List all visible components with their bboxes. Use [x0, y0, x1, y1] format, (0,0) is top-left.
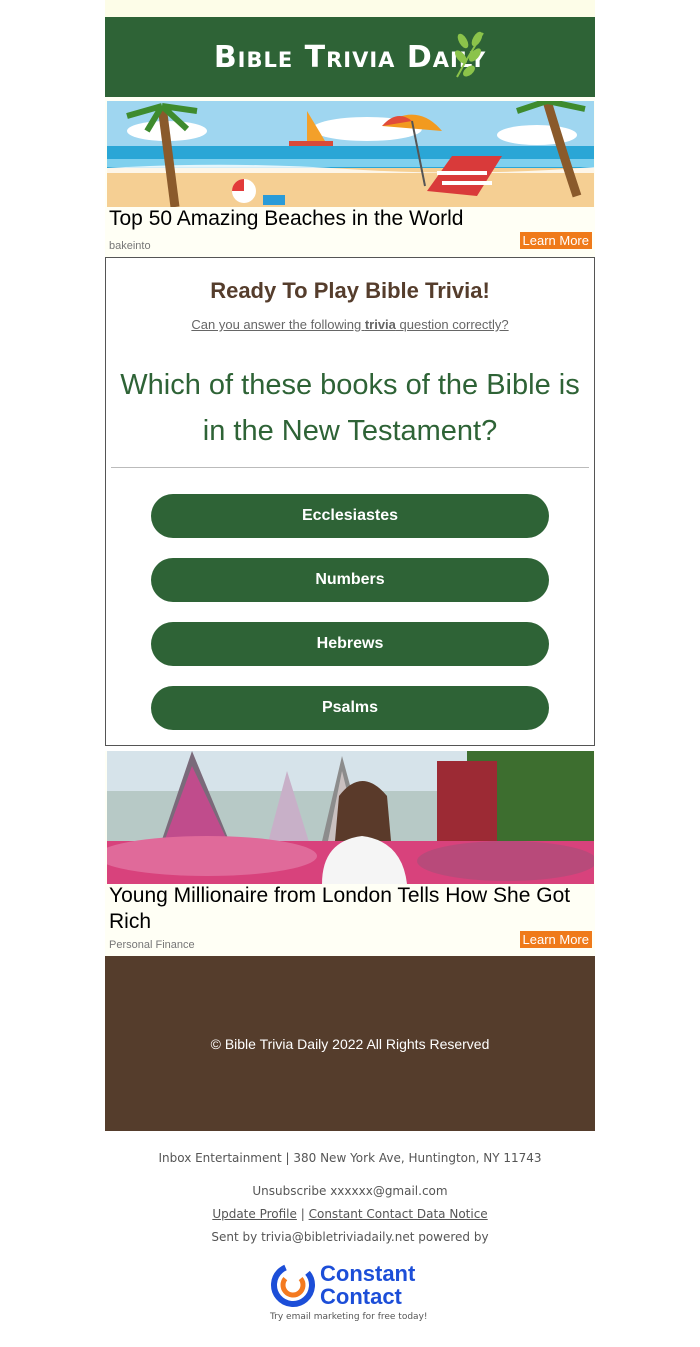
header-banner: Bible Trivia Daily [105, 17, 595, 97]
cc-brand-line1: Constant [320, 1261, 416, 1286]
update-profile-link[interactable]: Update Profile [212, 1207, 297, 1221]
answer-button-ecclesiastes[interactable]: Ecclesiastes [151, 494, 549, 538]
data-notice-link[interactable]: Constant Contact Data Notice [309, 1207, 488, 1221]
ad-millionaire[interactable]: Young Millionaire from London Tells How … [105, 751, 595, 956]
sender-address: Inbox Entertainment | 380 New York Ave, … [158, 1151, 542, 1165]
answer-button-hebrews[interactable]: Hebrews [151, 622, 549, 666]
constant-contact-icon [271, 1263, 315, 1307]
answer-button-numbers[interactable]: Numbers [151, 558, 549, 602]
unsubscribe-line: Unsubscribe xxxxxx@gmail.com [0, 1184, 700, 1198]
unsubscribe-link[interactable]: Unsubscribe [252, 1184, 326, 1198]
quiz-card: Ready To Play Bible Trivia! Can you answ… [105, 257, 595, 746]
top-strip [105, 0, 595, 17]
cc-brand: Constant Contact [320, 1262, 415, 1308]
link-separator: | [300, 1207, 305, 1221]
constant-contact-logo[interactable]: Constant Contact Try email marketing for… [268, 1262, 438, 1326]
copyright-footer: © Bible Trivia Daily 2022 All Rights Res… [105, 956, 595, 1131]
learn-more-button[interactable]: Learn More [519, 931, 592, 948]
profile-links: Update Profile | Constant Contact Data N… [0, 1207, 700, 1221]
unsubscribe-email: xxxxxx@gmail.com [330, 1184, 448, 1198]
cc-brand-line2: Contact [320, 1284, 402, 1309]
learn-more-button[interactable]: Learn More [519, 232, 592, 249]
logo-text: Bible Trivia Daily [213, 39, 487, 75]
quiz-subtitle[interactable]: Can you answer the following trivia ques… [106, 317, 594, 332]
ad-title[interactable]: Young Millionaire from London Tells How … [109, 883, 589, 935]
beach-illustration[interactable] [107, 101, 594, 207]
ad-source: Personal Finance [109, 939, 195, 951]
ad-source: bakeinto [109, 240, 151, 252]
ad-title[interactable]: Top 50 Amazing Beaches in the World [109, 206, 464, 232]
answer-button-psalms[interactable]: Psalms [151, 686, 549, 730]
quiz-question: Which of these books of the Bible is in … [120, 369, 580, 447]
copyright-text: © Bible Trivia Daily 2022 All Rights Res… [210, 1035, 490, 1052]
cc-tagline: Try email marketing for free today! [270, 1312, 428, 1322]
leaf-icon [455, 31, 484, 78]
quiz-subtitle-text: Can you answer the following [191, 317, 365, 332]
sent-by-line: Sent by trivia@bibletriviadaily.net powe… [211, 1230, 489, 1244]
ad-beaches[interactable]: Top 50 Amazing Beaches in the World bake… [105, 97, 595, 257]
quiz-subtitle-text-end: question correctly? [395, 317, 509, 332]
divider [111, 467, 589, 468]
quiz-heading: Ready To Play Bible Trivia! [210, 278, 490, 303]
woman-in-flower-garden-photo[interactable] [107, 751, 594, 884]
quiz-subtitle-bold: trivia [364, 317, 396, 332]
